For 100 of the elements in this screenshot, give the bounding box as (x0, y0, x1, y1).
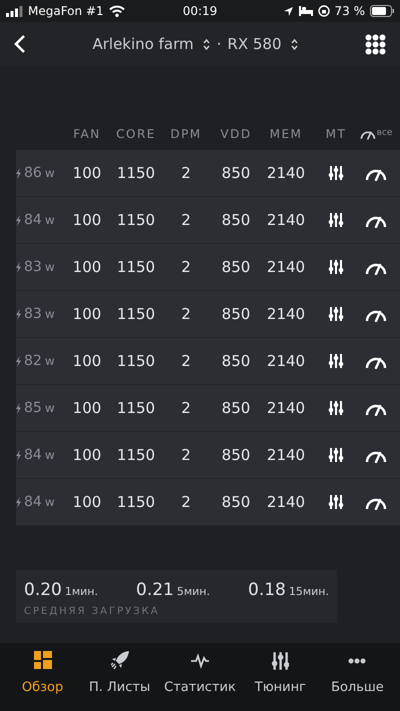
table-cell: 850 (222, 211, 250, 229)
table-cell: 850 (222, 352, 250, 370)
dashboard-icon (34, 651, 52, 671)
bolt-icon (16, 262, 21, 272)
column-header: CORE (116, 127, 156, 141)
table-cell: 850 (222, 258, 250, 276)
sliders-icon[interactable] (328, 447, 344, 463)
load-period: 5мин. (176, 585, 210, 598)
sliders-icon (271, 651, 290, 671)
power-value: 84 (24, 494, 42, 510)
power-unit: w (44, 354, 55, 368)
grid-menu-icon[interactable] (365, 34, 386, 54)
table-cell: 1150 (116, 258, 156, 276)
table-cell: 2 (181, 352, 191, 370)
sliders-icon[interactable] (328, 306, 344, 322)
sliders-icon[interactable] (328, 494, 344, 510)
table-cell: 1150 (116, 493, 156, 511)
table-cell: 2140 (266, 493, 306, 511)
back-icon[interactable] (14, 34, 26, 54)
load-value: 0.18 (248, 580, 286, 600)
separator-dot: · (216, 35, 222, 53)
table-cell: 2140 (266, 352, 306, 370)
bolt-icon (16, 214, 21, 226)
table-cell: 2 (181, 164, 191, 182)
table-cell: 2140 (266, 211, 306, 229)
table-cell: 850 (222, 493, 250, 511)
table-cell: 100 (72, 493, 102, 511)
carrier-name: MegaFon #1 (28, 4, 104, 18)
table-cell: 100 (72, 211, 102, 229)
table-cell: 2140 (266, 305, 306, 323)
table-cell: 2140 (266, 399, 306, 417)
sliders-icon[interactable] (328, 259, 344, 275)
table-cell: 2 (181, 493, 191, 511)
table-cell: 2 (181, 258, 191, 276)
column-header: MEM (270, 127, 302, 141)
bolt-icon (16, 402, 21, 414)
power-unit: w (44, 260, 55, 274)
table-cell: 2140 (266, 446, 306, 464)
gpu-selector[interactable]: RX 580 (227, 35, 298, 53)
table-cell: 2 (181, 305, 191, 323)
wifi-icon (108, 5, 125, 17)
table-cell: 100 (72, 258, 102, 276)
rotation-lock-icon (318, 5, 330, 17)
table-cell: 100 (72, 446, 102, 464)
table-cell: 2140 (266, 164, 306, 182)
more-icon (348, 658, 366, 664)
column-header: MT (326, 127, 346, 141)
table-cell: 2140 (266, 258, 306, 276)
tab-item[interactable]: Обзор (4, 643, 82, 711)
tab-item[interactable]: Статистик (158, 643, 242, 711)
tab-item[interactable]: П. Листы (81, 643, 158, 711)
power-value: 84 (24, 447, 42, 463)
sliders-icon[interactable] (328, 212, 344, 228)
power-value: 82 (24, 353, 42, 369)
load-value: 0.21 (136, 580, 174, 600)
power-unit: w (44, 401, 55, 415)
column-header: DPM (170, 127, 202, 141)
sliders-icon[interactable] (328, 165, 344, 181)
table-cell: 100 (72, 164, 102, 182)
power-value: 83 (24, 306, 42, 322)
table-cell: 100 (72, 305, 102, 323)
battery-percent: 73 % (334, 4, 365, 18)
column-header: FAN (73, 127, 101, 141)
power-value: 85 (24, 400, 42, 416)
power-unit: w (44, 448, 55, 462)
table-cell: 850 (222, 305, 250, 323)
power-unit: w (44, 166, 55, 180)
battery-icon (370, 5, 394, 17)
table-cell: 2 (181, 399, 191, 417)
table-cell: 1150 (116, 211, 156, 229)
chevron-icon (202, 38, 211, 50)
table-cell: 850 (222, 164, 250, 182)
power-value: 84 (24, 212, 42, 228)
power-value: 86 (24, 165, 42, 181)
sliders-icon[interactable] (328, 353, 344, 369)
clock: 00:19 (182, 4, 218, 18)
sliders-icon[interactable] (328, 400, 344, 416)
rocket-icon (110, 651, 129, 671)
bolt-icon (16, 168, 21, 178)
table-cell: 1150 (116, 446, 156, 464)
load-value: 0.20 (24, 580, 62, 600)
power-unit: w (44, 495, 55, 509)
tune-all-button[interactable]: все (360, 128, 392, 140)
bolt-icon (16, 450, 21, 460)
tab-item[interactable]: Больше (318, 643, 396, 711)
table-cell: 2 (181, 211, 191, 229)
signal-icon (6, 6, 23, 16)
bolt-icon (16, 496, 21, 508)
tab-item[interactable]: Тюнинг (242, 643, 319, 711)
power-value: 83 (24, 259, 42, 275)
bed-icon (298, 6, 312, 16)
table-cell: 100 (72, 399, 102, 417)
load-caption: СРЕДНЯЯ ЗАГРУЗКА (24, 606, 161, 617)
chevron-icon (290, 38, 298, 50)
column-header: VDD (220, 127, 252, 141)
bolt-icon (16, 308, 21, 320)
table-cell: 850 (222, 399, 250, 417)
power-unit: w (44, 307, 55, 321)
farm-selector[interactable]: Arlekino farm (92, 35, 211, 53)
location-icon (282, 6, 294, 16)
